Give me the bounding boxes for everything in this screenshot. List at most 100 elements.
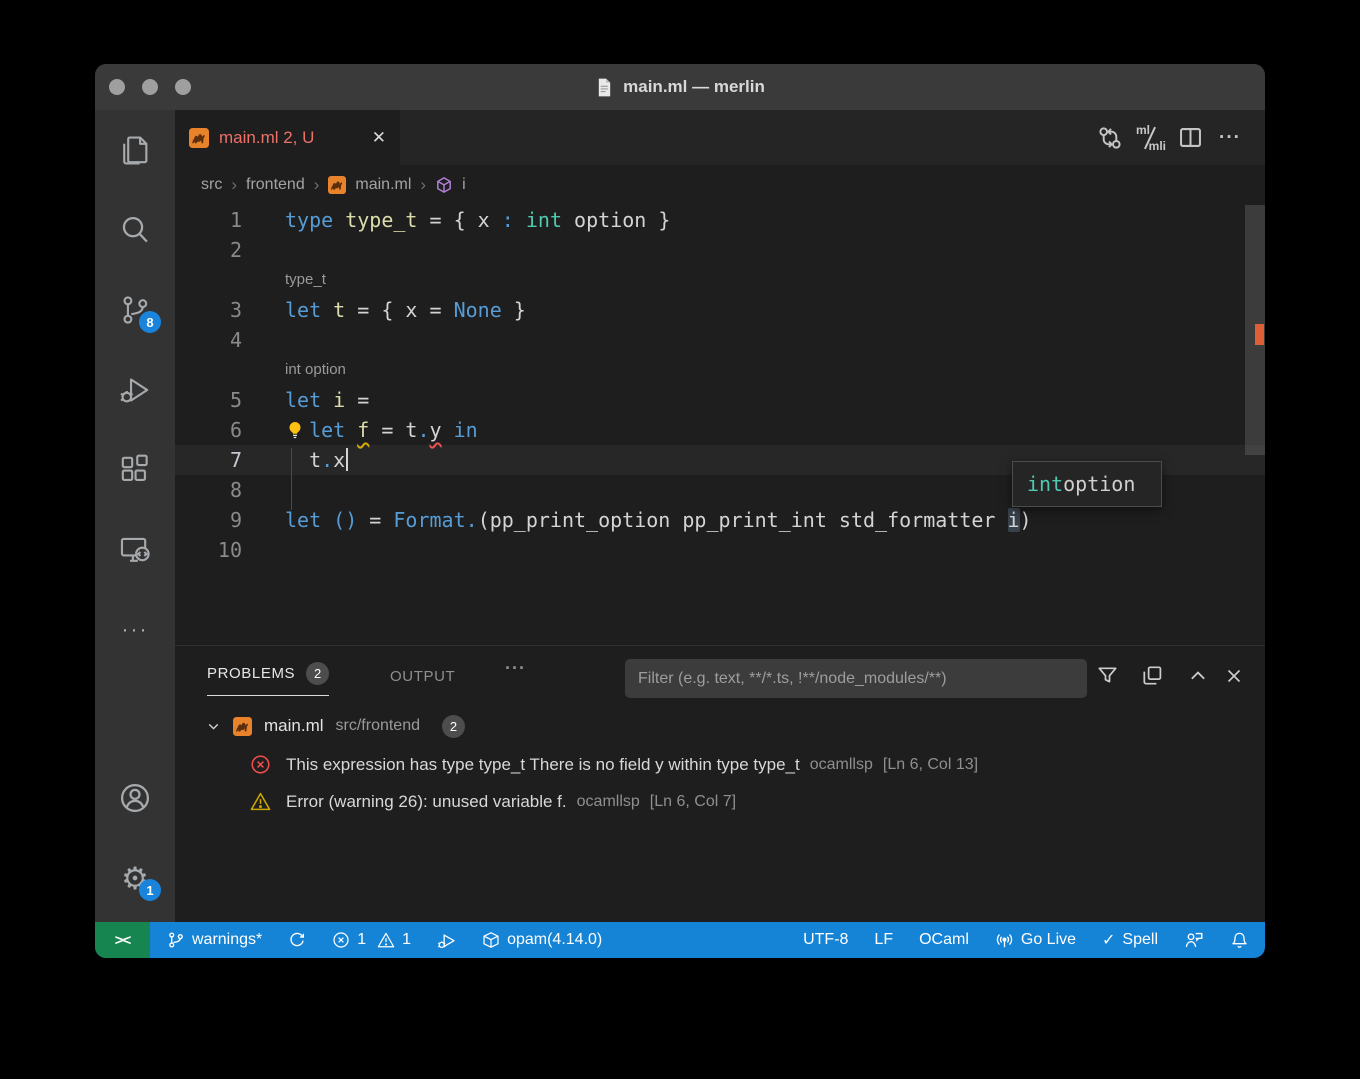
type-hover-tooltip: int option	[1012, 461, 1162, 507]
tab-main-ml[interactable]: main.ml 2, U ✕	[175, 110, 400, 165]
code-line[interactable]: 10	[175, 535, 1265, 565]
go-live-item[interactable]: Go Live	[995, 931, 1076, 950]
code-text: type type_t = { x : int option }	[285, 205, 1265, 235]
notifications-bell-icon[interactable]	[1230, 931, 1249, 950]
breadcrumb-symbol[interactable]: i	[462, 176, 466, 194]
minimize-window-button[interactable]	[142, 79, 158, 95]
tab-problems[interactable]: PROBLEMS 2	[207, 662, 329, 696]
problem-position: [Ln 6, Col 7]	[650, 793, 736, 811]
encoding-item[interactable]: UTF-8	[803, 931, 848, 949]
code-text: let f = t.y in	[285, 415, 1265, 445]
remote-explorer-icon[interactable]	[117, 532, 153, 568]
language-mode-item[interactable]: OCaml	[919, 931, 969, 949]
line-number: 5	[175, 385, 285, 415]
breadcrumb: src › frontend › main.ml › i	[175, 165, 1265, 205]
debug-status-icon[interactable]	[437, 931, 456, 950]
traffic-lights	[109, 79, 191, 95]
problem-row[interactable]: Error (warning 26): unused variable f. oc…	[175, 783, 1265, 820]
vscode-window: main.ml — merlin 8 ···	[95, 64, 1265, 958]
problem-row[interactable]: This expression has type type_t There is…	[175, 746, 1265, 783]
git-branch-item[interactable]: warnings*	[167, 931, 262, 949]
split-editor-icon[interactable]	[1175, 123, 1205, 153]
problems-file-group[interactable]: main.ml src/frontend 2	[175, 708, 1265, 744]
close-window-button[interactable]	[109, 79, 125, 95]
settings-badge: 1	[139, 879, 161, 901]
error-icon	[250, 754, 271, 775]
search-icon[interactable]	[117, 212, 153, 248]
panel-header: PROBLEMS 2 OUTPUT ··· Filter (e.g. text,…	[175, 646, 1265, 703]
feedback-icon[interactable]	[1184, 930, 1204, 950]
line-number: 10	[175, 535, 285, 565]
switch-ml-mli-icon[interactable]: mlmli	[1135, 123, 1165, 153]
close-panel-icon[interactable]	[1223, 665, 1245, 687]
line-number: 6	[175, 415, 285, 445]
sync-icon[interactable]	[288, 931, 306, 949]
git-branch-icon	[167, 931, 185, 949]
symbol-cube-icon	[435, 176, 453, 194]
codelens-text: type_t	[285, 265, 1265, 295]
problems-filter-input[interactable]: Filter (e.g. text, **/*.ts, !**/node_mod…	[625, 659, 1087, 698]
chevron-down-icon[interactable]	[205, 718, 222, 735]
warnings-icon	[377, 931, 395, 949]
remote-indicator[interactable]: ><	[95, 922, 150, 958]
code-lines: 1type type_t = { x : int option }2type_t…	[175, 205, 1265, 565]
run-debug-icon[interactable]	[117, 372, 153, 408]
breadcrumb-src[interactable]: src	[201, 176, 222, 194]
line-number: 8	[175, 475, 285, 505]
package-icon	[482, 931, 500, 949]
titlebar: main.ml — merlin	[95, 64, 1265, 110]
line-number: 9	[175, 505, 285, 535]
line-number: 7	[175, 445, 285, 475]
codelens-hint-row[interactable]: int option	[175, 355, 1265, 385]
account-icon[interactable]	[117, 780, 153, 816]
open-changes-icon[interactable]	[1095, 123, 1125, 153]
code-text	[285, 235, 1265, 265]
code-line[interactable]: 6 let f = t.y in	[175, 415, 1265, 445]
file-problems-badge: 2	[442, 715, 465, 738]
code-line[interactable]: 5let i =	[175, 385, 1265, 415]
breadcrumb-frontend[interactable]: frontend	[246, 176, 305, 194]
problem-position: [Ln 6, Col 13]	[883, 756, 978, 774]
extensions-icon[interactable]	[117, 452, 153, 488]
spell-item[interactable]: ✓ Spell	[1102, 930, 1158, 950]
activity-more-icon[interactable]: ···	[117, 612, 153, 648]
code-line[interactable]: 1type type_t = { x : int option }	[175, 205, 1265, 235]
lightbulb-icon[interactable]	[285, 420, 305, 440]
filter-icon[interactable]	[1096, 664, 1119, 687]
code-line[interactable]: 9let () = Format.(pp_print_option pp_pri…	[175, 505, 1265, 535]
settings-gear-icon[interactable]: ⚙ 1	[117, 860, 153, 896]
problem-message: Error (warning 26): unused variable f.	[286, 792, 567, 812]
tab-label: main.ml 2, U	[219, 128, 314, 148]
line-number: 1	[175, 205, 285, 235]
ocaml-file-icon	[233, 717, 252, 736]
zoom-window-button[interactable]	[175, 79, 191, 95]
code-editor[interactable]: 1type type_t = { x : int option }2type_t…	[175, 205, 1265, 645]
line-number	[175, 355, 285, 385]
codelens-hint-row[interactable]: type_t	[175, 265, 1265, 295]
chevron-up-icon[interactable]	[1187, 665, 1209, 687]
code-text	[285, 535, 1265, 565]
tab-close-icon[interactable]: ✕	[372, 128, 386, 148]
editor-actions: mlmli ···	[1095, 110, 1265, 165]
panel-more-tabs-icon[interactable]: ···	[505, 658, 526, 679]
opam-item[interactable]: opam(4.14.0)	[482, 931, 602, 949]
tab-bar: main.ml 2, U ✕ mlmli ···	[175, 110, 1265, 165]
check-icon: ✓	[1102, 930, 1115, 950]
line-number	[175, 265, 285, 295]
group-by-icon[interactable]	[1141, 664, 1164, 687]
source-control-badge: 8	[139, 311, 161, 333]
breadcrumb-file[interactable]: main.ml	[355, 176, 411, 194]
code-line[interactable]: 3let t = { x = None }	[175, 295, 1265, 325]
tab-output[interactable]: OUTPUT	[390, 668, 455, 685]
eol-item[interactable]: LF	[874, 931, 893, 949]
code-line[interactable]: 2	[175, 235, 1265, 265]
editor-more-actions-icon[interactable]: ···	[1215, 123, 1245, 153]
source-control-icon[interactable]: 8	[117, 292, 153, 328]
code-line[interactable]: 4	[175, 325, 1265, 355]
problem-source: ocamllsp	[810, 756, 873, 774]
problem-source: ocamllsp	[577, 793, 640, 811]
indent-guide	[291, 448, 292, 510]
problems-panel: PROBLEMS 2 OUTPUT ··· Filter (e.g. text,…	[175, 645, 1265, 922]
problems-summary[interactable]: 1 1	[332, 931, 411, 949]
explorer-icon[interactable]	[117, 132, 153, 168]
